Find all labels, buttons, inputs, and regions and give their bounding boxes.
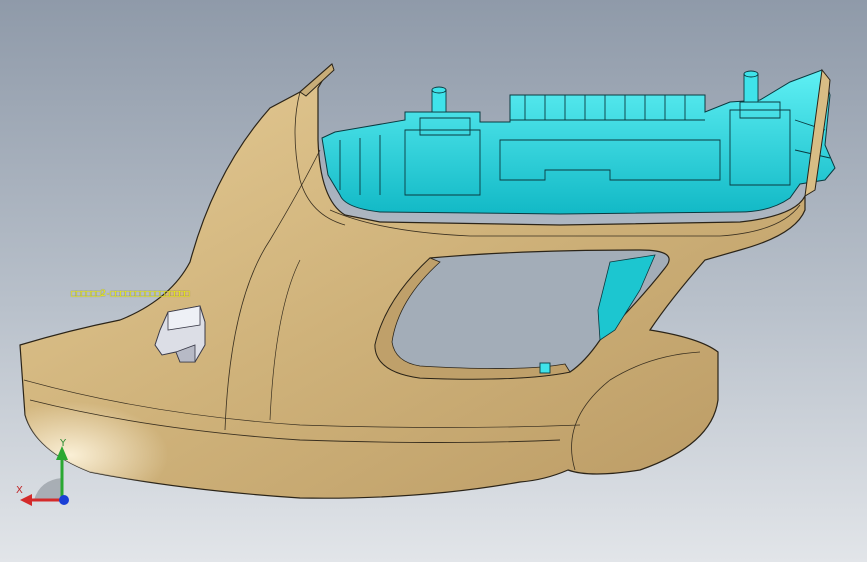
dimension-annotation[interactable]: □□□□□□2-□□□□□□□□□□□□□□□□ <box>71 289 190 299</box>
graphics-viewport[interactable]: □□□□□□2-□□□□□□□□□□□□□□□□ X Y <box>0 0 867 562</box>
cad-model[interactable] <box>0 0 867 562</box>
reference-triad: X Y <box>12 438 74 508</box>
y-axis-label: Y <box>60 438 67 449</box>
z-axis-dot <box>59 495 69 505</box>
x-axis-label: X <box>16 485 23 496</box>
